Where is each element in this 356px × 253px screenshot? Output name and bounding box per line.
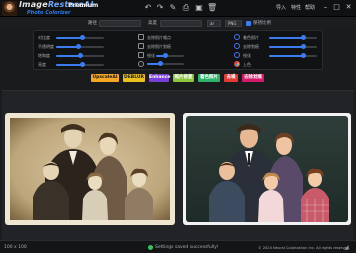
- undo-icon[interactable]: ↶: [143, 3, 153, 13]
- path-input[interactable]: [99, 20, 141, 27]
- options-row: 路径 高度 ar PNG 保持比例: [0, 17, 356, 29]
- upscale-ai-button[interactable]: UpscaleAI: [91, 74, 119, 82]
- colorized-photo[interactable]: [183, 113, 351, 225]
- keep-ratio-label: 保持比例: [253, 21, 271, 26]
- path-label: 路径: [88, 21, 97, 26]
- strength-slider[interactable]: [147, 61, 184, 66]
- app-title-part1: Image: [19, 0, 48, 9]
- deblur-button[interactable]: DEBLUR: [123, 74, 145, 82]
- menu-help[interactable]: 帮助: [305, 4, 315, 11]
- resize-grip-icon[interactable]: ◢: [344, 244, 352, 251]
- print-icon[interactable]: ⎙: [181, 3, 191, 13]
- brightness-slider[interactable]: [56, 62, 104, 67]
- opacity-slider[interactable]: [56, 44, 104, 49]
- menu-features[interactable]: 特性: [291, 4, 301, 11]
- title-bar: ImageRestoreAI Premium Photo Colorizer ↶…: [0, 0, 356, 17]
- status-dimensions: 100 x 100: [4, 245, 27, 250]
- slider-label-brightness: 亮度: [38, 62, 46, 67]
- checkbox-icon[interactable]: [138, 52, 144, 58]
- trash-icon[interactable]: 🗑: [207, 3, 217, 13]
- edit-icon[interactable]: ✎: [168, 3, 178, 13]
- status-bar: 100 x 100 Settings saved successfully! ©…: [0, 240, 356, 253]
- colorize-icon: [234, 34, 240, 40]
- slider-label-opacity: 不透明度: [38, 44, 54, 49]
- chain-icon[interactable]: [138, 61, 144, 67]
- remove-scratch-button[interactable]: 去除划痕: [242, 74, 264, 82]
- scratch-icon: [234, 43, 240, 49]
- saturation-slider[interactable]: [56, 53, 104, 58]
- colorize-slider[interactable]: [269, 35, 317, 40]
- redo-icon[interactable]: ↷: [155, 3, 165, 13]
- color-wheel-icon: [234, 61, 240, 67]
- scratch-slider[interactable]: [269, 44, 317, 49]
- close-button[interactable]: ✕: [344, 3, 353, 12]
- right-label-color: 上色: [243, 62, 251, 67]
- option-label-sharpen: 锐化: [147, 53, 155, 58]
- minimize-button[interactable]: –: [321, 3, 330, 12]
- image-icon[interactable]: ▣: [194, 3, 204, 13]
- format-select[interactable]: PNG: [225, 20, 242, 27]
- app-logo: [2, 1, 17, 16]
- contrast-slider[interactable]: [56, 35, 104, 40]
- maximize-button[interactable]: □: [332, 3, 341, 12]
- status-message: Settings saved successfully!: [155, 245, 219, 250]
- sharpen-slider[interactable]: [156, 53, 184, 58]
- right-label-sharpen: 锐化: [243, 53, 251, 58]
- colorize-button[interactable]: 着色照片: [198, 74, 220, 82]
- app-subtitle: Photo Colorizer: [27, 10, 71, 16]
- right-label-colorize: 着色照片: [243, 35, 259, 40]
- success-icon: [148, 245, 153, 250]
- copyright-text: © 2024 Neural Colorization Inc. All righ…: [258, 246, 351, 250]
- original-photo[interactable]: [5, 113, 175, 225]
- height-input[interactable]: [160, 20, 202, 27]
- image-stage: [2, 90, 354, 240]
- keep-ratio-checkbox[interactable]: [246, 21, 251, 26]
- checkbox-icon[interactable]: [138, 43, 144, 49]
- slider-label-contrast: 对比度: [38, 35, 50, 40]
- language-select[interactable]: ar: [207, 20, 221, 27]
- option-label-scratch: 去除照片划痕: [147, 44, 171, 49]
- option-label-denoise: 去除照片噪点: [147, 35, 171, 40]
- height-label: 高度: [148, 21, 157, 26]
- menu-import[interactable]: 导入: [276, 4, 286, 11]
- slider-label-saturation: 饱和度: [38, 53, 50, 58]
- denoise-button[interactable]: 去噪: [224, 74, 238, 82]
- sharpen-right-slider[interactable]: [269, 53, 317, 58]
- settings-panel: 对比度 不透明度 饱和度 亮度 去除照片噪点 去除照片划痕 锐化 着色照片 去除…: [33, 30, 323, 70]
- photo-repair-button[interactable]: 照片修复: [173, 74, 194, 82]
- enhance-button[interactable]: Enhance: [149, 74, 170, 82]
- checkbox-icon[interactable]: [138, 34, 144, 40]
- right-label-scratch: 去除划痕: [243, 44, 259, 49]
- app-premium-label: Premium: [68, 2, 99, 9]
- sharpen-icon: [234, 52, 240, 58]
